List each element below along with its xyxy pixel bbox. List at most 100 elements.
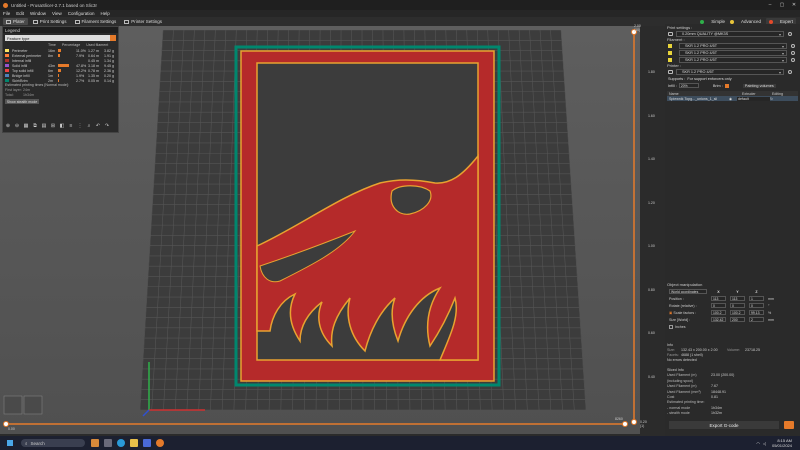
expert-dot-icon [768, 19, 773, 24]
menu-edit[interactable]: Edit [16, 11, 24, 16]
filament-color-swatch[interactable] [668, 57, 672, 62]
slider-tick-label: 1.60 [648, 113, 655, 118]
legend-panel: Legend Feature type Time Percentage Used… [2, 26, 119, 133]
explorer-icon[interactable] [130, 439, 138, 447]
total-time: Total: 1h34m [5, 93, 34, 97]
horizontal-slider[interactable] [0, 416, 640, 432]
percentage-bar [58, 54, 60, 57]
gear-icon[interactable] [791, 50, 795, 55]
filament-combo-1[interactable]: SKR 1.2 PRO 4/5T ▾ [679, 42, 787, 49]
printer-icon [668, 69, 673, 74]
legend-swatch [5, 79, 9, 82]
scale-y-field[interactable]: 100.2 [730, 310, 745, 315]
layers-icon[interactable]: ≡ [67, 123, 75, 129]
filament-color-swatch[interactable] [668, 43, 672, 48]
slider-tick-label: 0.80 [648, 287, 655, 292]
search-icon[interactable]: ⌕ [85, 123, 93, 129]
start-icon[interactable] [7, 440, 13, 446]
rotate-y-field[interactable]: 0 [730, 303, 745, 308]
window-title: Untitled - PrusaSlicer-2.7.1 based on Sl… [11, 2, 98, 8]
store-icon[interactable] [143, 439, 151, 447]
paste-icon[interactable]: ▤ [40, 123, 48, 129]
arrange-icon[interactable]: ▦ [22, 123, 30, 129]
position-z-field[interactable]: 1 [749, 296, 764, 301]
position-x-field[interactable]: 113 [711, 296, 726, 301]
variable-layer-icon[interactable]: ⋮ [76, 123, 84, 129]
undo-icon[interactable]: ↶ [94, 123, 102, 129]
view-iso-button[interactable] [3, 395, 23, 415]
copy-icon[interactable]: ⧉ [31, 123, 39, 129]
redo-icon[interactable]: ↷ [103, 123, 111, 129]
stealth-mode-button[interactable]: Show stealth mode [5, 99, 39, 104]
object-list-item[interactable]: Spiewnik Topg..._unions_1_sli ◉ default ↻ [667, 96, 798, 101]
volume-icon[interactable]: ◁ [763, 441, 766, 446]
scale-z-field[interactable]: 99.13 [749, 310, 764, 315]
extruder-select[interactable]: default [737, 96, 770, 101]
hslider-right-thumb[interactable] [622, 421, 628, 427]
prusaslicer-taskbar-icon[interactable] [156, 439, 164, 447]
tab-filament-settings[interactable]: Filament Settings [72, 18, 120, 25]
view-layers-button[interactable] [23, 395, 43, 415]
menu-help[interactable]: Help [101, 11, 110, 16]
filament-color-swatch[interactable] [668, 50, 672, 55]
filament-combo-3[interactable]: SKR 1.2 PRO 4/5T ▾ [679, 56, 787, 63]
instance-icon[interactable]: ⊞ [49, 123, 57, 129]
filament-row-2: SKR 1.2 PRO 4/5T ▾ [665, 49, 800, 56]
taskbar-search[interactable]: ⌕ Search [21, 439, 85, 447]
percentage-bar [58, 49, 61, 52]
legend-swatch [5, 74, 9, 77]
clock[interactable]: 8:15 AM 05/01/2024 [772, 438, 792, 448]
painting-volumes-button[interactable]: Painting volumes [742, 83, 776, 88]
tab-printer-settings[interactable]: Printer Settings [121, 18, 165, 25]
minimize-button[interactable]: – [764, 0, 776, 10]
position-y-field[interactable]: 113 [730, 296, 745, 301]
simple-dot-icon [700, 19, 705, 24]
print-profile-combo[interactable]: 0.20mm QUALITY @MK3S ▾ [676, 30, 784, 37]
supports-combo[interactable]: For support enforcers only [687, 77, 731, 81]
delete-icon[interactable]: ⊖ [13, 123, 21, 129]
filament-combo-2[interactable]: SKR 1.2 PRO 4/5T ▾ [679, 49, 787, 56]
scale-x-field[interactable]: 100.2 [711, 310, 726, 315]
coordinate-system-select[interactable]: World coordinates [669, 289, 707, 294]
maximize-button[interactable]: ▢ [776, 0, 788, 10]
rotate-x-field[interactable]: 0 [711, 303, 726, 308]
gear-icon[interactable] [791, 57, 795, 62]
menu-view[interactable]: View [52, 11, 62, 16]
eye-icon[interactable]: ◉ [729, 97, 737, 101]
export-sd-icon[interactable] [784, 421, 794, 429]
infill-combo[interactable]: 20% [678, 83, 699, 88]
gear-icon[interactable] [788, 31, 792, 36]
legend-header[interactable]: Legend [3, 27, 118, 33]
menu-window[interactable]: Window [30, 11, 46, 16]
size-y-field[interactable]: 200 [730, 317, 745, 322]
brim-checkbox[interactable] [724, 83, 729, 88]
taskview-icon[interactable] [104, 439, 112, 447]
gear-icon[interactable] [791, 43, 795, 48]
system-tray: ◠ ◁ 8:15 AM 05/01/2024 [756, 436, 792, 450]
size-x-field[interactable]: 132.42 [711, 317, 726, 322]
hslider-left-thumb[interactable] [3, 421, 9, 427]
rotate-z-field[interactable]: 0 [749, 303, 764, 308]
add-icon[interactable]: ⊕ [4, 123, 12, 129]
view-type-select[interactable]: Feature type [5, 35, 116, 41]
menu-file[interactable]: File [3, 11, 10, 16]
inches-checkbox[interactable] [669, 324, 673, 329]
close-button[interactable]: ✕ [788, 0, 800, 10]
printer-icon [124, 19, 130, 24]
wifi-icon[interactable]: ◠ [756, 441, 760, 446]
export-gcode-button[interactable]: Export G-code [669, 421, 779, 429]
printer-combo[interactable]: SKR 1.2 PRO 4/5T ▾ [676, 68, 784, 75]
percentage-bar [58, 79, 59, 82]
tab-plater[interactable]: Plater [3, 18, 28, 25]
size-z-field[interactable]: 2 [749, 317, 764, 322]
widgets-icon[interactable] [91, 439, 99, 447]
coord-row: World coordinates X Y Z [669, 289, 758, 294]
menu-configuration[interactable]: Configuration [68, 11, 95, 16]
dropdown-arrow-icon [110, 35, 116, 41]
edge-icon[interactable] [117, 439, 125, 447]
edit-icon[interactable]: ↻ [770, 97, 773, 101]
gear-icon[interactable] [788, 69, 792, 74]
tab-print-settings[interactable]: Print Settings [30, 18, 70, 25]
split-icon[interactable]: ◧ [58, 123, 66, 129]
layer-slider[interactable] [628, 24, 640, 432]
